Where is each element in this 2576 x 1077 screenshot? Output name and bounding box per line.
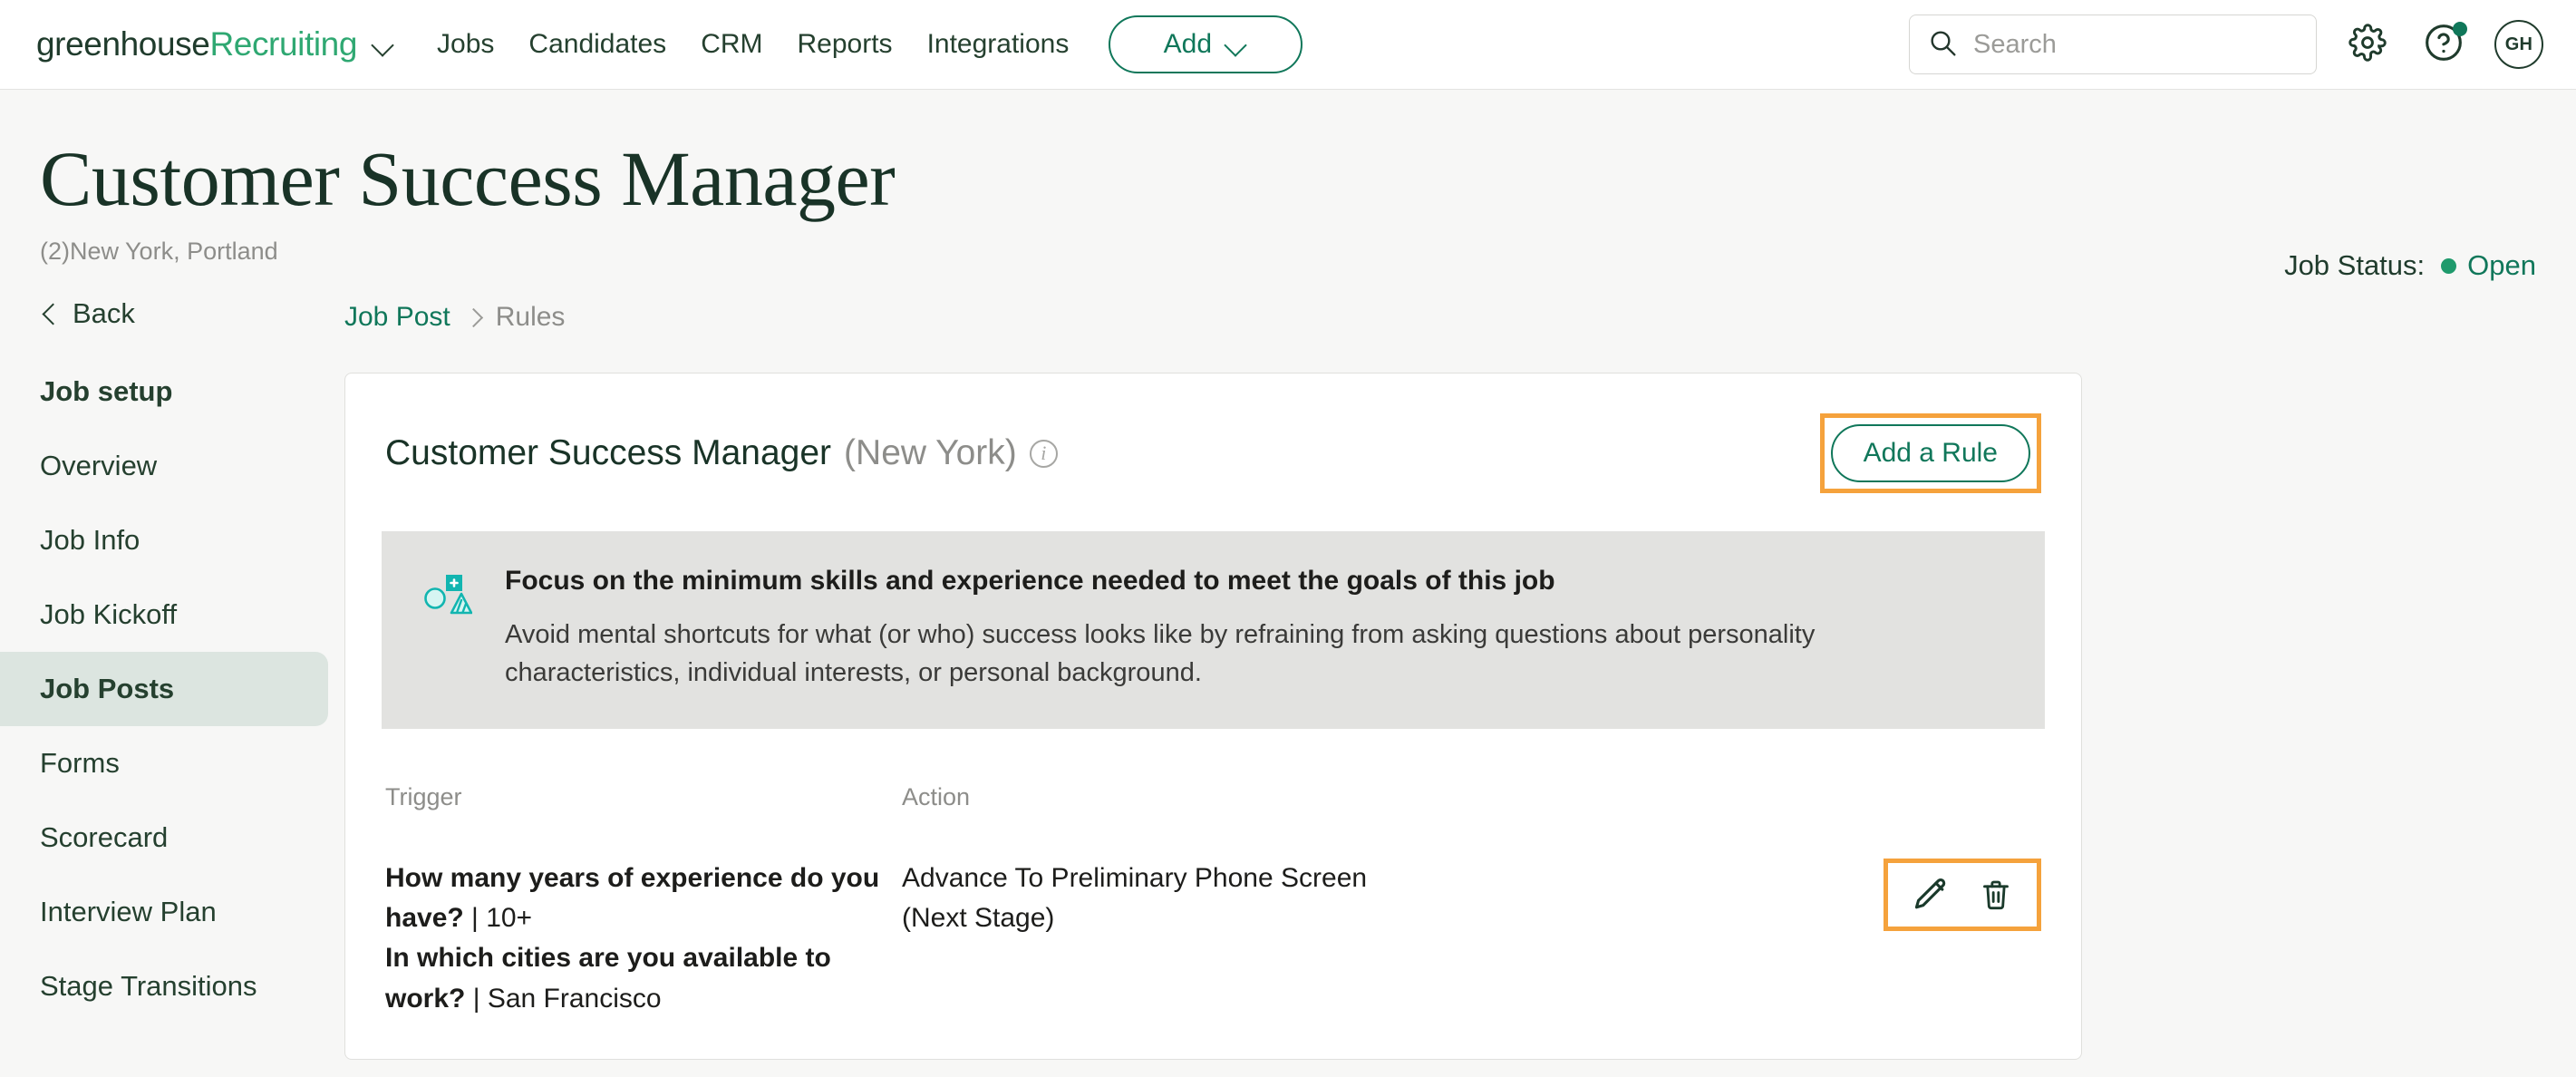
- chevron-down-icon: [1225, 33, 1248, 56]
- chevron-right-icon: [467, 311, 479, 324]
- rules-table-header: Trigger Action: [382, 738, 2045, 811]
- breadcrumb-current-rules: Rules: [495, 302, 566, 332]
- help-button[interactable]: [2418, 19, 2469, 70]
- avatar[interactable]: GH: [2494, 20, 2543, 69]
- table-row: How many years of experience do you have…: [382, 811, 2045, 1020]
- job-status: Job Status: Open: [2284, 249, 2536, 282]
- rule-action-text: Advance To Preliminary Phone Screen (Nex…: [902, 862, 1368, 933]
- nav-link-candidates[interactable]: Candidates: [528, 29, 666, 60]
- add-button-label: Add: [1163, 29, 1213, 59]
- page-body: Back Job setup Overview Job Info Job Kic…: [0, 266, 2576, 1061]
- nav-link-reports[interactable]: Reports: [798, 29, 893, 60]
- edit-pencil-icon[interactable]: [1911, 875, 1951, 915]
- notification-dot: [2453, 22, 2467, 36]
- trigger-question: How many years of experience do you have…: [385, 862, 880, 933]
- rules-card-title: Customer Success Manager: [385, 433, 832, 472]
- sidebar-item-job-kickoff[interactable]: Job Kickoff: [0, 577, 328, 652]
- back-label: Back: [73, 297, 135, 329]
- nav-link-integrations[interactable]: Integrations: [927, 29, 1070, 60]
- add-rule-highlight: Add a Rule: [1819, 413, 2041, 493]
- guidance-banner: Focus on the minimum skills and experien…: [382, 531, 2045, 729]
- back-link[interactable]: Back: [0, 286, 328, 342]
- add-a-rule-button[interactable]: Add a Rule: [1830, 424, 2030, 482]
- status-dot-icon: [2441, 257, 2457, 274]
- search-input[interactable]: [1973, 29, 2298, 60]
- brand-secondary-text: Recruiting: [209, 25, 358, 63]
- search-box[interactable]: [1909, 15, 2317, 74]
- settings-button[interactable]: [2342, 19, 2393, 70]
- sidebar-item-stage-transitions[interactable]: Stage Transitions: [0, 949, 328, 1024]
- trigger-value: 10+: [486, 902, 533, 933]
- nav-links: Jobs Candidates CRM Reports Integrations: [437, 29, 1069, 60]
- search-icon: [1928, 28, 1957, 62]
- brand-text: greenhouseRecruiting: [36, 25, 357, 63]
- sidebar-item-interview-plan[interactable]: Interview Plan: [0, 875, 328, 949]
- breadcrumb: Job Post Rules: [344, 302, 2536, 333]
- rules-card-title-row: Customer Success Manager (New York) i: [385, 433, 1058, 473]
- page-subtitle: (2)New York, Portland: [40, 238, 278, 265]
- trigger-line: How many years of experience do you have…: [385, 862, 880, 933]
- sidebar: Back Job setup Overview Job Info Job Kic…: [0, 266, 328, 1060]
- brand-primary-text: greenhouse: [36, 25, 210, 63]
- chevron-left-icon: [40, 305, 58, 323]
- guidance-banner-body: Avoid mental shortcuts for what (or who)…: [505, 620, 1816, 687]
- nav-link-crm[interactable]: CRM: [701, 29, 762, 60]
- rules-card: Customer Success Manager (New York) i Ad…: [344, 373, 2082, 1061]
- rule-action-cell: Advance To Preliminary Phone Screen (Nex…: [902, 859, 1884, 939]
- chevron-down-icon[interactable]: [372, 33, 395, 56]
- top-navigation-bar: greenhouseRecruiting Jobs Candidates CRM…: [0, 0, 2576, 90]
- row-actions: [1894, 869, 2030, 920]
- breadcrumb-link-job-post[interactable]: Job Post: [344, 302, 450, 333]
- sidebar-item-overview[interactable]: Overview: [0, 429, 328, 503]
- sidebar-item-job-posts[interactable]: Job Posts: [0, 652, 328, 726]
- brand-logo[interactable]: greenhouseRecruiting: [36, 25, 395, 63]
- guidance-banner-title: Focus on the minimum skills and experien…: [505, 566, 1555, 596]
- trigger-line: In which cities are you available to wor…: [385, 943, 831, 1014]
- rules-card-location: (New York): [844, 433, 1017, 472]
- nav-right-cluster: GH: [1909, 0, 2543, 89]
- shapes-icon: [421, 566, 473, 693]
- rules-card-header: Customer Success Manager (New York) i Ad…: [382, 413, 2045, 493]
- sidebar-item-forms[interactable]: Forms: [0, 726, 328, 800]
- column-header-trigger: Trigger: [385, 782, 462, 810]
- info-icon[interactable]: i: [1029, 439, 1058, 468]
- guidance-banner-text: Focus on the minimum skills and experien…: [505, 566, 1864, 693]
- main-content: Job Post Rules Customer Success Manager …: [328, 266, 2576, 1061]
- trigger-value: San Francisco: [487, 983, 662, 1014]
- job-status-label: Job Status:: [2284, 249, 2426, 281]
- sidebar-item-scorecard[interactable]: Scorecard: [0, 800, 328, 875]
- sidebar-item-job-info[interactable]: Job Info: [0, 503, 328, 577]
- page-title: Customer Success Manager: [40, 135, 896, 222]
- nav-link-jobs[interactable]: Jobs: [437, 29, 494, 60]
- delete-trash-icon[interactable]: [1978, 877, 2014, 913]
- job-status-value: Open: [2467, 249, 2536, 281]
- column-header-action: Action: [902, 782, 971, 810]
- page-header: Customer Success Manager (2)New York, Po…: [0, 90, 2576, 281]
- rule-trigger-cell: How many years of experience do you have…: [385, 859, 902, 1020]
- add-button[interactable]: Add: [1109, 15, 1303, 73]
- gear-icon: [2348, 23, 2387, 66]
- sidebar-item-job-setup[interactable]: Job setup: [0, 354, 328, 429]
- row-actions-highlight: [1884, 858, 2041, 931]
